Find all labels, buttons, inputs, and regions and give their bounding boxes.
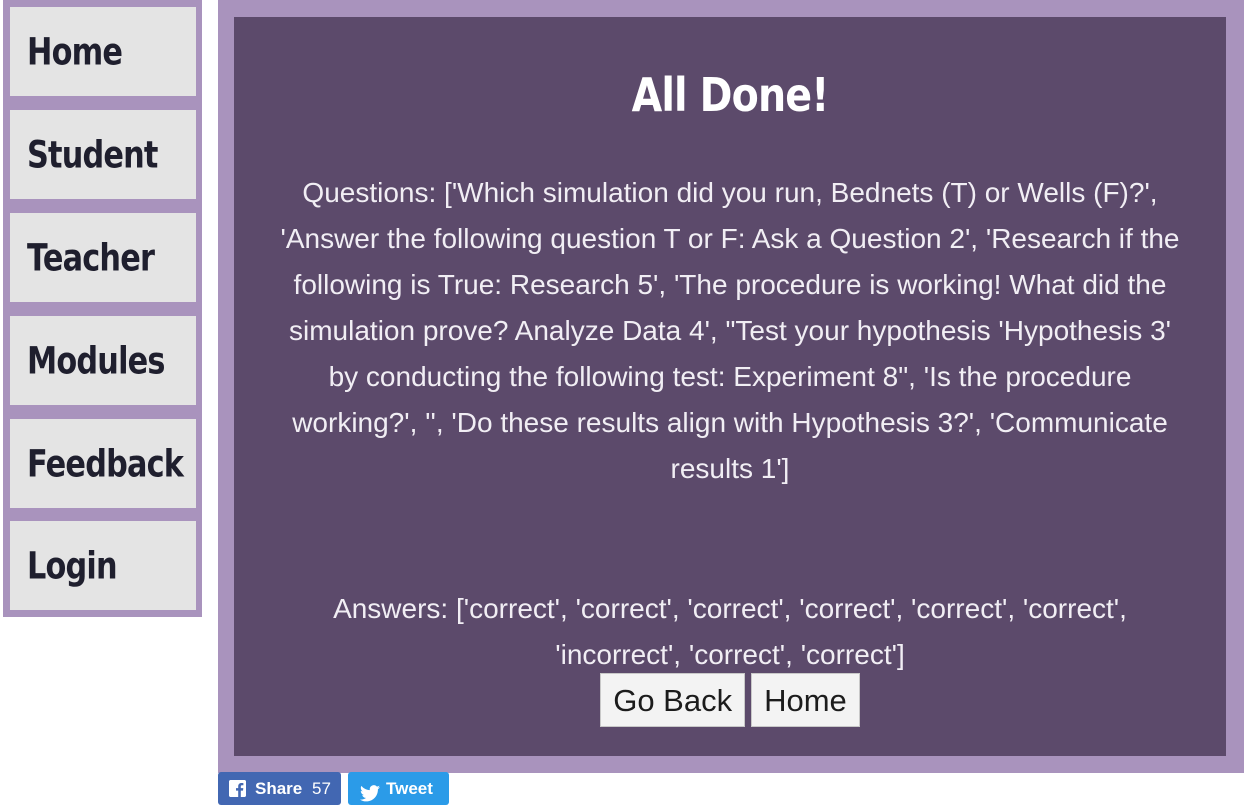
sidebar-item-login[interactable]: Login xyxy=(10,521,196,610)
sidebar-item-label: Login xyxy=(27,544,118,587)
page-title: All Done! xyxy=(631,68,830,122)
sidebar-item-teacher[interactable]: Teacher xyxy=(10,213,196,302)
sidebar-item-modules[interactable]: Modules xyxy=(10,316,196,405)
sidebar-item-feedback[interactable]: Feedback xyxy=(10,419,196,508)
sidebar-nav: Home Student Teacher Modules Feedback Lo… xyxy=(3,0,202,617)
tweet-label: Tweet xyxy=(386,779,433,798)
sidebar-item-label: Feedback xyxy=(27,442,184,485)
questions-text: Questions: ['Which simulation did you ru… xyxy=(280,177,1180,484)
sidebar-item-student[interactable]: Student xyxy=(10,110,196,199)
facebook-icon xyxy=(229,780,246,797)
answers-text: Answers: ['correct', 'correct', 'correct… xyxy=(333,593,1127,670)
tweet-button[interactable]: Tweet xyxy=(348,772,449,805)
results-panel: All Done! Questions: ['Which simulation … xyxy=(234,17,1226,756)
main-frame: All Done! Questions: ['Which simulation … xyxy=(218,0,1244,773)
go-back-button[interactable]: Go Back xyxy=(600,673,746,727)
facebook-share-button[interactable]: Share 57 xyxy=(218,772,341,805)
sidebar-item-label: Home xyxy=(27,30,123,73)
twitter-bird-icon xyxy=(360,780,380,802)
sidebar-item-home[interactable]: Home xyxy=(10,7,196,96)
sidebar-item-label: Modules xyxy=(27,339,165,382)
share-label: Share xyxy=(255,779,303,798)
sidebar-item-label: Student xyxy=(27,133,158,176)
home-button[interactable]: Home xyxy=(751,673,860,727)
sidebar-item-label: Teacher xyxy=(27,236,155,279)
page: Home Student Teacher Modules Feedback Lo… xyxy=(0,0,1244,808)
share-count: 57 xyxy=(312,779,331,798)
action-buttons: Go Back Home xyxy=(234,673,1226,727)
